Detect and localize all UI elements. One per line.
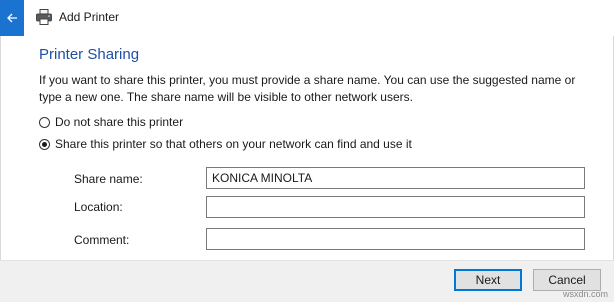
radio-share[interactable]: Share this printer so that others on you… <box>39 137 412 151</box>
next-button[interactable]: Next <box>454 269 522 291</box>
cancel-button[interactable]: Cancel <box>533 269 601 291</box>
printer-icon <box>36 9 52 25</box>
window-title: Add Printer <box>59 10 120 24</box>
location-input[interactable] <box>206 196 585 218</box>
radio-label-do-not-share: Do not share this printer <box>55 115 184 129</box>
back-arrow-icon <box>7 13 17 23</box>
page-description: If you want to share this printer, you m… <box>39 73 576 104</box>
watermark: wsxdn.com <box>562 289 608 299</box>
radio-circle-checked[interactable] <box>39 138 50 150</box>
radio-circle-unchecked[interactable] <box>39 116 50 128</box>
share-name-input[interactable] <box>206 167 585 189</box>
page-heading: Printer Sharing <box>39 46 140 63</box>
wizard-content: Printer Sharing If you want to share thi… <box>0 36 614 260</box>
comment-label: Comment: <box>74 233 130 247</box>
radio-do-not-share[interactable]: Do not share this printer <box>39 115 183 129</box>
back-button[interactable] <box>0 0 24 36</box>
button-bar: Next Cancel wsxdn.com <box>0 260 614 302</box>
comment-input[interactable] <box>206 228 585 250</box>
location-label: Location: <box>74 200 123 214</box>
share-name-label: Share name: <box>74 172 143 186</box>
radio-label-share: Share this printer so that others on you… <box>55 137 412 151</box>
title-bar: Add Printer <box>0 0 614 36</box>
